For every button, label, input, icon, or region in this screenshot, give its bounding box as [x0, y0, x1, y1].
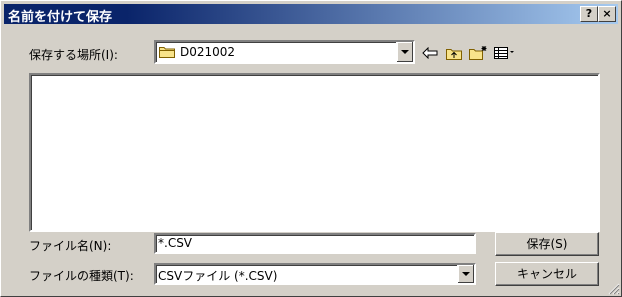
- back-button[interactable]: [419, 45, 441, 61]
- title-bar: 名前を付けて保存 ? ×: [4, 4, 618, 25]
- up-folder-icon: [446, 48, 462, 60]
- location-value: D021002: [180, 45, 236, 59]
- filetype-combo[interactable]: CSVファイル (*.CSV): [154, 263, 476, 285]
- window-title: 名前を付けて保存: [8, 10, 113, 25]
- save-as-dialog: 名前を付けて保存 ? × 保存する場所(I): D021002 ファイル名(N)…: [0, 0, 622, 297]
- location-label: 保存する場所(I):: [29, 48, 118, 62]
- help-button[interactable]: ?: [580, 6, 598, 22]
- close-button[interactable]: ×: [598, 6, 616, 22]
- location-combo[interactable]: D021002: [154, 40, 415, 64]
- chevron-down-icon: [462, 272, 470, 276]
- filetype-label: ファイルの種類(T):: [29, 269, 134, 283]
- filetype-dropdown-arrow[interactable]: [457, 265, 474, 283]
- filename-label: ファイル名(N):: [29, 239, 112, 253]
- chevron-down-icon: [401, 50, 409, 54]
- filename-value: *.CSV: [158, 236, 193, 250]
- resize-grip-icon[interactable]: [608, 283, 620, 295]
- back-arrow-icon: [422, 47, 438, 59]
- folder-icon: [159, 45, 175, 61]
- filename-field[interactable]: *.CSV: [154, 233, 476, 254]
- new-folder-button[interactable]: [467, 45, 489, 61]
- new-folder-icon: [469, 46, 487, 60]
- filetype-value: CSVファイル (*.CSV): [158, 269, 278, 283]
- file-list[interactable]: [29, 73, 600, 232]
- view-menu-icon: [494, 47, 514, 59]
- location-dropdown-arrow[interactable]: [396, 42, 413, 62]
- save-button[interactable]: 保存(S): [495, 232, 599, 256]
- up-folder-button[interactable]: [443, 45, 465, 61]
- view-menu-button[interactable]: [491, 45, 519, 61]
- cancel-button[interactable]: キャンセル: [495, 262, 599, 286]
